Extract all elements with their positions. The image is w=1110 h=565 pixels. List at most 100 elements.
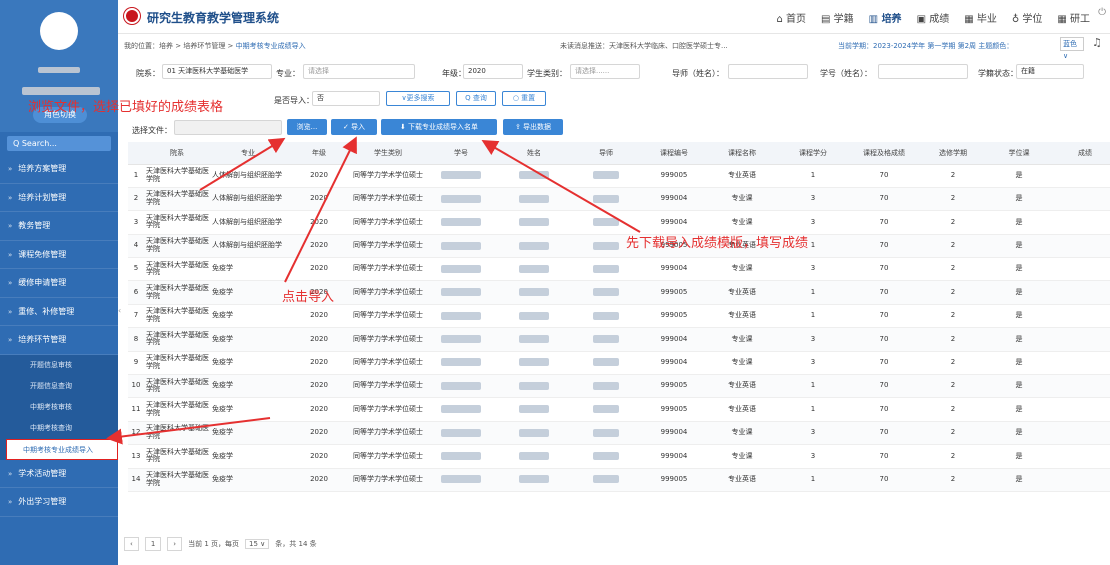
score-cell[interactable] bbox=[1052, 210, 1110, 235]
sidebar-subitem[interactable]: 中期考核查询 bbox=[0, 418, 118, 439]
score-cell[interactable] bbox=[1052, 164, 1110, 188]
major-select[interactable]: 请选择 bbox=[303, 64, 415, 79]
score-cell[interactable] bbox=[1052, 421, 1110, 446]
score-cell[interactable] bbox=[1052, 327, 1110, 352]
nav-home[interactable]: ⌂ 首页 bbox=[776, 10, 806, 25]
table-row[interactable]: 5 天津医科大学基础医学院 免疫学 2020 同等学力学术学位硕士 999004 专业课 3 7… bbox=[128, 257, 1110, 282]
import-button[interactable]: ✓ 导入 bbox=[331, 119, 377, 135]
score-cell[interactable] bbox=[1052, 444, 1110, 469]
theme-color-select[interactable]: 蓝色 ∨ bbox=[1060, 37, 1084, 60]
student-id-input[interactable] bbox=[878, 64, 968, 79]
score-cell[interactable] bbox=[1052, 397, 1110, 422]
student-name-cell bbox=[498, 234, 570, 259]
more-search-button[interactable]: ∨更多搜索 bbox=[386, 91, 450, 106]
degree-course-cell: 是 bbox=[986, 187, 1052, 212]
export-data-button[interactable]: ⇪ 导出数据 bbox=[503, 119, 563, 135]
sidebar-collapse-handle[interactable]: ‹ bbox=[118, 306, 124, 320]
table-row[interactable]: 13 天津医科大学基础医学院 免疫学 2020 同等学力学术学位硕士 999004 专业课 3… bbox=[128, 444, 1110, 469]
score-cell[interactable] bbox=[1052, 257, 1110, 282]
sidebar-item[interactable]: » 重修、补修管理 bbox=[0, 298, 118, 326]
row-number: 10 bbox=[128, 374, 144, 399]
elective-term-cell: 2 bbox=[920, 257, 986, 282]
table-row[interactable]: 8 天津医科大学基础医学院 免疫学 2020 同等学力学术学位硕士 999004 专业课 3 7… bbox=[128, 327, 1110, 352]
sidebar-item[interactable]: » 培养方案管理 bbox=[0, 155, 118, 184]
power-icon[interactable]: ⏻ bbox=[1098, 7, 1106, 18]
message-notice[interactable]: 未读消息推送：天津医科大学临床、口腔医学硕士专... bbox=[560, 41, 728, 51]
redacted-value bbox=[593, 452, 619, 461]
student-type-cell: 同等学力学术学位硕士 bbox=[352, 468, 424, 492]
nav-degree[interactable]: ♁ 学位 bbox=[1012, 10, 1043, 25]
query-button[interactable]: Q 查询 bbox=[456, 91, 496, 106]
score-cell[interactable] bbox=[1052, 351, 1110, 376]
imported-select[interactable]: 否 bbox=[312, 91, 380, 106]
student-id-cell bbox=[424, 257, 498, 282]
table-row[interactable]: 6 天津医科大学基础医学院 免疫学 2020 同等学力学术学位硕士 999005 专业英语 1… bbox=[128, 280, 1110, 305]
advisor-cell bbox=[570, 164, 642, 188]
sidebar-subitem[interactable]: 开题信息审核 bbox=[0, 355, 118, 376]
advisor-input[interactable] bbox=[728, 64, 808, 79]
score-cell[interactable] bbox=[1052, 468, 1110, 492]
status-select[interactable]: 在籍 bbox=[1016, 64, 1084, 79]
redacted-value bbox=[519, 288, 549, 297]
table-row[interactable]: 11 天津医科大学基础医学院 免疫学 2020 同等学力学术学位硕士 999005 专业英语… bbox=[128, 397, 1110, 422]
redacted-value bbox=[519, 428, 549, 437]
redacted-value bbox=[593, 335, 619, 344]
nav-enrollment[interactable]: ▤ 学籍 bbox=[821, 10, 854, 25]
grade-cell: 2020 bbox=[286, 327, 352, 352]
sidebar-item[interactable]: » 缓修申请管理 bbox=[0, 269, 118, 298]
score-cell[interactable] bbox=[1052, 374, 1110, 399]
page-number-button[interactable]: 1 bbox=[144, 537, 162, 551]
redacted-value bbox=[593, 405, 619, 414]
next-page-button[interactable]: › bbox=[167, 537, 183, 551]
sidebar-subitem[interactable]: 中期考核专业成绩导入 bbox=[6, 438, 118, 460]
table-row[interactable]: 7 天津医科大学基础医学院 免疫学 2020 同等学力学术学位硕士 999005 专业英语 1… bbox=[128, 304, 1110, 329]
table-row[interactable]: 4 天津医科大学基础医学院 人体解剖与组织胚胎学 2020 同等学力学术学位硕士 9990… bbox=[128, 234, 1110, 259]
sidebar-subitem[interactable]: 开题信息查询 bbox=[0, 376, 118, 397]
advisor-cell bbox=[570, 187, 642, 212]
sidebar-item[interactable]: » 外出学习管理 bbox=[0, 488, 118, 517]
course-code-cell: 999005 bbox=[642, 164, 706, 188]
major-cell: 免疫学 bbox=[210, 374, 286, 399]
table-row[interactable]: 9 天津医科大学基础医学院 免疫学 2020 同等学力学术学位硕士 999004 专业课 3 7… bbox=[128, 351, 1110, 376]
table-row[interactable]: 3 天津医科大学基础医学院 人体解剖与组织胚胎学 2020 同等学力学术学位硕士 9990… bbox=[128, 210, 1110, 235]
redacted-value bbox=[519, 381, 549, 390]
table-row[interactable]: 2 天津医科大学基础医学院 人体解剖与组织胚胎学 2020 同等学力学术学位硕士 9990… bbox=[128, 187, 1110, 212]
prev-page-button[interactable]: ‹ bbox=[124, 537, 139, 551]
nav-graduation[interactable]: ▦ 毕业 bbox=[964, 10, 997, 25]
page-size-select[interactable]: 15 ∨ bbox=[245, 539, 270, 549]
score-cell[interactable] bbox=[1052, 304, 1110, 329]
course-code-cell: 999004 bbox=[642, 351, 706, 376]
student-type-select[interactable]: 请选择...... bbox=[570, 64, 640, 79]
nav-grades[interactable]: ▣ 成绩 bbox=[917, 10, 950, 25]
sidebar-item[interactable]: » 培养计划管理 bbox=[0, 184, 118, 212]
credit-cell: 1 bbox=[778, 304, 848, 329]
table-row[interactable]: 1 天津医科大学基础医学院 人体解剖与组织胚胎学 2020 同等学力学术学位硕士 9990… bbox=[128, 164, 1110, 188]
degree-course-cell: 是 bbox=[986, 397, 1052, 422]
sidebar-item[interactable]: » 教务管理 bbox=[0, 212, 118, 241]
sidebar-item[interactable]: » 课程免修管理 bbox=[0, 241, 118, 269]
course-name-cell: 专业英语 bbox=[706, 304, 778, 329]
score-cell[interactable] bbox=[1052, 280, 1110, 305]
grade-select[interactable]: 2020 bbox=[463, 64, 523, 79]
sidebar-item[interactable]: » 培养环节管理 bbox=[0, 326, 118, 355]
sidebar-search-input[interactable]: Q Search... bbox=[7, 136, 111, 151]
redacted-value bbox=[441, 405, 481, 414]
bell-icon[interactable]: ♫ bbox=[1092, 36, 1102, 49]
score-cell[interactable] bbox=[1052, 187, 1110, 212]
file-path-input[interactable] bbox=[174, 120, 282, 135]
browse-button[interactable]: 浏览... bbox=[287, 119, 327, 135]
sidebar-item[interactable]: » 学术活动管理 bbox=[0, 460, 118, 488]
download-template-button[interactable]: ⬇ 下载专业成绩导入名单 bbox=[381, 119, 497, 135]
sidebar-subitem[interactable]: 中期考核审核 bbox=[0, 397, 118, 418]
table-row[interactable]: 12 天津医科大学基础医学院 免疫学 2020 同等学力学术学位硕士 999004 专业课 3… bbox=[128, 421, 1110, 446]
chart-icon: ▥ bbox=[868, 14, 879, 25]
dept-cell: 天津医科大学基础医学院 bbox=[144, 327, 210, 352]
redacted-value bbox=[441, 358, 481, 367]
table-row[interactable]: 14 天津医科大学基础医学院 免疫学 2020 同等学力学术学位硕士 999005 专业英语… bbox=[128, 468, 1110, 492]
department-select[interactable]: 01 天津医科大学基础医学 bbox=[162, 64, 272, 79]
nav-training[interactable]: ▥ 培养 bbox=[869, 10, 902, 25]
nav-research[interactable]: ▦ 研工 bbox=[1057, 10, 1090, 25]
score-cell[interactable] bbox=[1052, 234, 1110, 259]
reset-button[interactable]: ○ 重置 bbox=[502, 91, 546, 106]
table-row[interactable]: 10 天津医科大学基础医学院 免疫学 2020 同等学力学术学位硕士 999005 专业英语… bbox=[128, 374, 1110, 399]
